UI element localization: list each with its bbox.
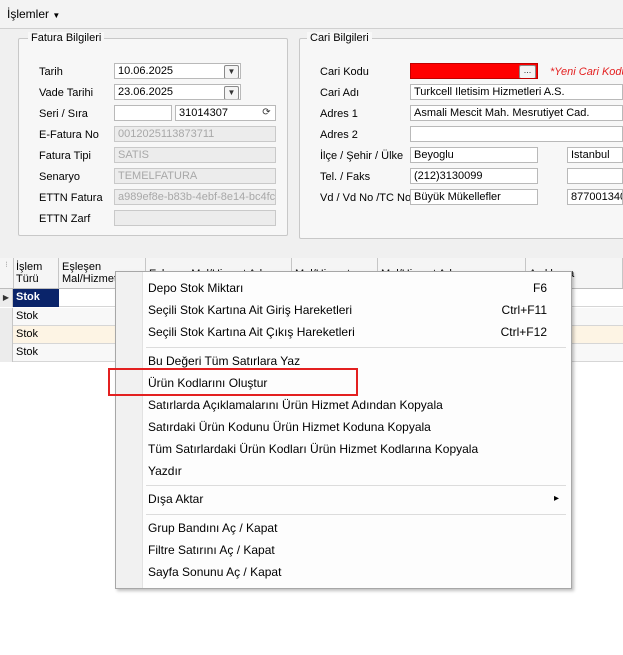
sira-field[interactable]: 31014307 ⟳ <box>175 105 276 121</box>
menu-item-disa-aktar[interactable]: Dışa Aktar ▸ <box>148 489 563 509</box>
row-indicator <box>0 308 13 326</box>
menu-item-label: Sayfa Sonunu Aç / Kapat <box>148 565 282 579</box>
top-menu-bar <box>0 0 623 29</box>
ettn-fatura-field: a989ef8e-b83b-4ebf-8e14-bc4fc <box>114 189 276 205</box>
menu-item-shortcut: Ctrl+F11 <box>501 303 547 317</box>
menu-item-label: Satırdaki Ürün Kodunu Ürün Hizmet Koduna… <box>148 420 431 434</box>
tarih-field[interactable]: 10.06.2025 ▼ <box>114 63 241 79</box>
menu-separator <box>146 347 566 348</box>
date-dropdown-icon[interactable]: ▼ <box>224 86 239 99</box>
table-cell-islem[interactable]: Stok <box>13 289 59 307</box>
vdno-field[interactable]: 8770013406 <box>567 189 623 205</box>
menu-item-shortcut: Ctrl+F12 <box>500 325 547 339</box>
col-islem-turu[interactable]: İşlem Türü <box>13 258 59 288</box>
faks-field[interactable] <box>567 168 623 184</box>
sira-value: 31014307 <box>179 107 228 119</box>
cari-adi-label: Cari Adı <box>320 87 360 99</box>
cari-kod-field[interactable]: ... <box>410 63 538 79</box>
vade-value: 23.06.2025 <box>118 86 174 98</box>
menu-item-label: Seçili Stok Kartına Ait Çıkış Hareketler… <box>148 325 355 339</box>
vd-label: Vd / Vd No /TC No <box>320 192 412 204</box>
vd-field[interactable]: Büyük Mükellefler <box>410 189 538 205</box>
highlight-box <box>108 368 358 396</box>
cari-adi-field[interactable]: Turkcell Iletisim Hizmetleri A.S. <box>410 84 623 100</box>
adres1-label: Adres 1 <box>320 108 358 120</box>
cari-group-title: Cari Bilgileri <box>307 32 372 44</box>
row-indicator <box>0 344 13 362</box>
ettn-fatura-label: ETTN Fatura <box>39 192 103 204</box>
menu-item-label: Seçili Stok Kartına Ait Giriş Hareketler… <box>148 303 353 317</box>
adres1-field[interactable]: Asmali Mescit Mah. Mesrutiyet Cad. <box>410 105 623 121</box>
context-menu: Depo Stok Miktarı F6 Seçili Stok Kartına… <box>115 271 572 589</box>
yeni-cari-kodu-note: *Yeni Cari Kodu <box>550 66 623 78</box>
tarih-label: Tarih <box>39 66 63 78</box>
menu-item-grup-bandi[interactable]: Grup Bandını Aç / Kapat <box>148 518 563 538</box>
menu-item-cikis-hareketleri[interactable]: Seçili Stok Kartına Ait Çıkış Hareketler… <box>148 322 563 342</box>
submenu-arrow-icon: ▸ <box>553 493 559 504</box>
date-dropdown-icon[interactable]: ▼ <box>224 65 239 78</box>
menu-item-label: Satırlarda Açıklamalarını Ürün Hizmet Ad… <box>148 398 443 412</box>
menu-item-aciklama-kopyala[interactable]: Satırlarda Açıklamalarını Ürün Hizmet Ad… <box>148 395 563 415</box>
menu-item-label: Dışa Aktar <box>148 492 204 506</box>
ettn-zarf-label: ETTN Zarf <box>39 213 91 225</box>
adres2-label: Adres 2 <box>320 129 358 141</box>
seri-label: Seri / Sıra <box>39 108 88 120</box>
menu-item-label: Tüm Satırlardaki Ürün Kodları Ürün Hizme… <box>148 442 479 456</box>
refresh-icon[interactable]: ⟳ <box>260 107 273 119</box>
menu-item-label: Depo Stok Miktarı <box>148 281 244 295</box>
grid-indicator-header: ⁝ <box>0 258 14 288</box>
menu-item-label: Bu Değeri Tüm Satırlara Yaz <box>148 354 301 368</box>
context-menu-icon-strip <box>116 272 143 588</box>
fatura-group-title: Fatura Bilgileri <box>28 32 105 44</box>
senaryo-field: TEMELFATURA <box>114 168 276 184</box>
table-cell-islem[interactable]: Stok <box>13 308 59 326</box>
menu-item-urun-kodu-kopyala[interactable]: Satırdaki Ürün Kodunu Ürün Hizmet Koduna… <box>148 417 563 437</box>
ellipsis-button[interactable]: ... <box>519 65 536 78</box>
menu-item-filtre-satiri[interactable]: Filtre Satırını Aç / Kapat <box>148 540 563 560</box>
menu-item-giris-hareketleri[interactable]: Seçili Stok Kartına Ait Giriş Hareketler… <box>148 300 563 320</box>
menu-separator <box>146 485 566 486</box>
efatura-field: 0012025113873711 <box>114 126 276 142</box>
menu-item-shortcut: F6 <box>532 281 547 295</box>
menu-item-label: Yazdır <box>148 464 182 478</box>
islemler-label: İşlemler <box>7 7 50 21</box>
row-indicator <box>0 326 13 344</box>
ilce-field[interactable]: Beyoglu <box>410 147 538 163</box>
tip-label: Fatura Tipi <box>39 150 91 162</box>
menu-item-depo-stok[interactable]: Depo Stok Miktarı F6 <box>148 278 563 298</box>
menu-item-tum-urun-kodlari-kopyala[interactable]: Tüm Satırlardaki Ürün Kodları Ürün Hizme… <box>148 439 563 459</box>
menu-item-yazdir[interactable]: Yazdır <box>148 461 563 481</box>
chevron-down-icon: ▼ <box>52 11 61 20</box>
row-pointer-icon: ▶ <box>0 289 13 307</box>
menu-item-label: Grup Bandını Aç / Kapat <box>148 521 278 535</box>
ilce-label: İlçe / Şehir / Ülke <box>320 150 404 162</box>
menu-item-label: Filtre Satırını Aç / Kapat <box>148 543 275 557</box>
tip-field: SATIS <box>114 147 276 163</box>
adres2-field[interactable] <box>410 126 623 142</box>
vade-label: Vade Tarihi <box>39 87 94 99</box>
sehir-field[interactable]: Istanbul <box>567 147 623 163</box>
senaryo-label: Senaryo <box>39 171 80 183</box>
seri-field[interactable] <box>114 105 172 121</box>
table-cell-islem[interactable]: Stok <box>13 344 59 362</box>
table-cell-islem[interactable]: Stok <box>13 326 59 344</box>
islemler-menu[interactable]: İşlemler ▼ <box>7 7 60 21</box>
vade-field[interactable]: 23.06.2025 ▼ <box>114 84 241 100</box>
menu-separator <box>146 514 566 515</box>
efatura-label: E-Fatura No <box>39 129 99 141</box>
tarih-value: 10.06.2025 <box>118 65 174 77</box>
tel-field[interactable]: (212)3130099 <box>410 168 538 184</box>
menu-item-sayfa-sonu[interactable]: Sayfa Sonunu Aç / Kapat <box>148 562 563 582</box>
cari-kod-label: Cari Kodu <box>320 66 369 78</box>
tel-label: Tel. / Faks <box>320 171 371 183</box>
ettn-zarf-field <box>114 210 276 226</box>
